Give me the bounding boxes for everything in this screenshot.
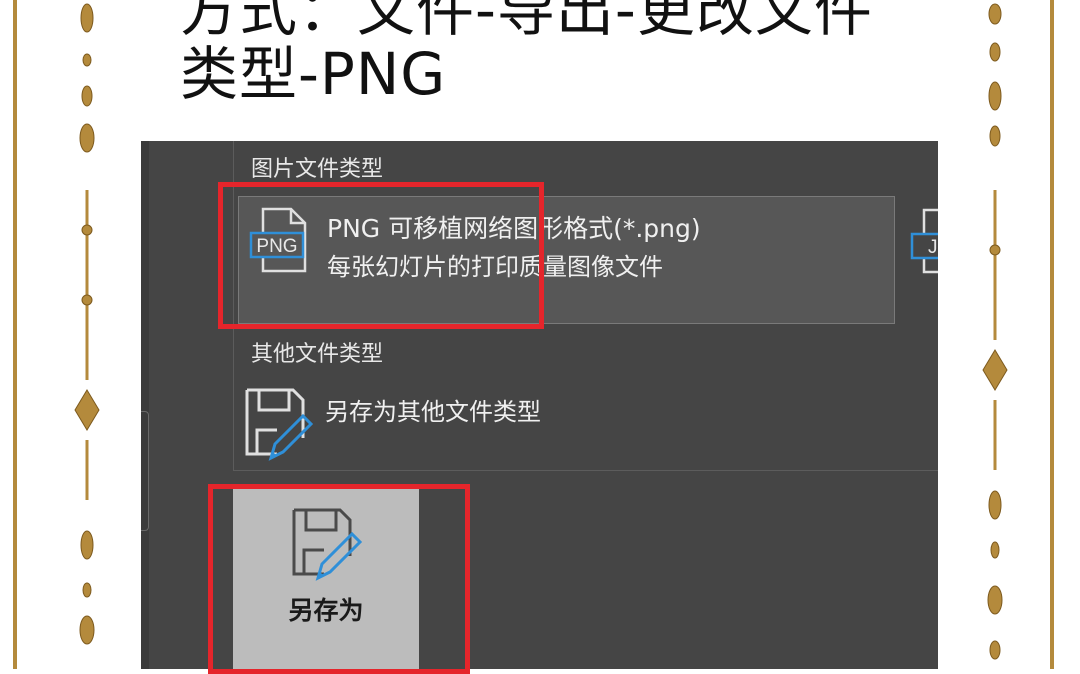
png-option-highlight <box>218 182 544 329</box>
gold-chain-ornament-left <box>74 3 100 645</box>
frame-border-left <box>13 0 17 669</box>
page-headline: 方式：文件-导出-更改文件 类型-PNG <box>180 0 873 106</box>
save-as-other-label: 另存为其他文件类型 <box>325 398 541 426</box>
jpg-icon-text: JP <box>928 237 938 258</box>
headline-line-2: 类型-PNG <box>180 40 447 108</box>
save-as-button-highlight <box>208 484 470 674</box>
frame-border-right <box>1050 0 1054 669</box>
save-as-icon <box>245 388 314 461</box>
headline-line-1: 方式：文件-导出-更改文件 <box>180 0 873 44</box>
other-file-types-heading: 其他文件类型 <box>251 342 384 367</box>
jpg-file-icon[interactable]: JP <box>910 208 938 278</box>
save-as-other-file-type-option[interactable]: 另存为其他文件类型 <box>241 386 841 466</box>
app-left-edge <box>141 141 149 669</box>
gold-chain-ornament-right <box>982 3 1008 660</box>
image-file-types-heading: 图片文件类型 <box>251 157 384 182</box>
panel-collapse-tab[interactable] <box>141 411 149 531</box>
